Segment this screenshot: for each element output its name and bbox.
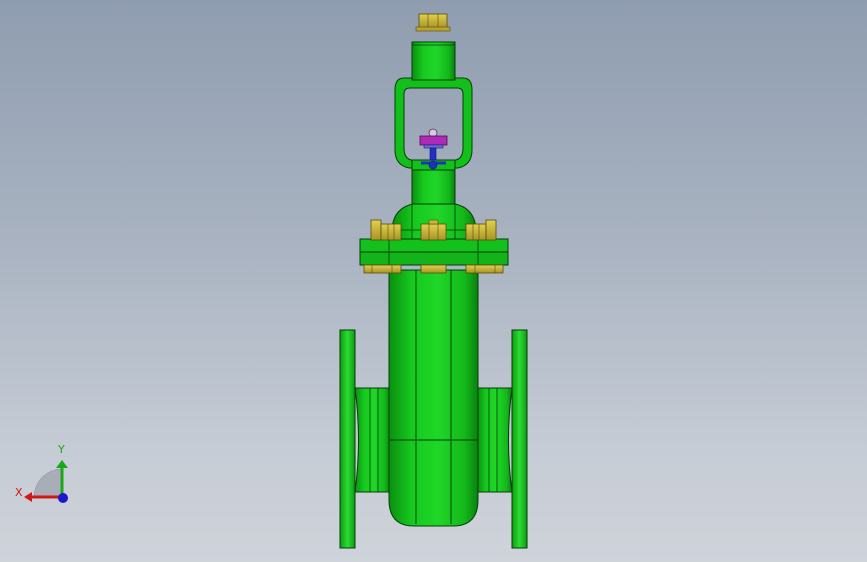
gate-valve-model[interactable] — [0, 0, 867, 562]
bolt-nut-bottom — [420, 264, 447, 274]
triad-y-label: Y — [58, 443, 65, 456]
top-stem-nut — [415, 13, 451, 32]
triad-x-label: X — [15, 486, 23, 499]
stem-neck-upper — [411, 41, 456, 81]
graphics-viewport[interactable]: Y X — [0, 0, 867, 562]
bolt-nut-bottom — [363, 264, 402, 274]
left-end-flange — [339, 329, 391, 549]
right-end-flange — [476, 329, 528, 549]
bolt-nut-bottom — [465, 264, 504, 274]
stem-neck-lower — [411, 169, 456, 205]
stem-assembly — [419, 128, 448, 170]
view-orientation-triad — [24, 460, 68, 503]
valve-body — [388, 269, 479, 527]
bonnet-flange — [359, 238, 509, 266]
